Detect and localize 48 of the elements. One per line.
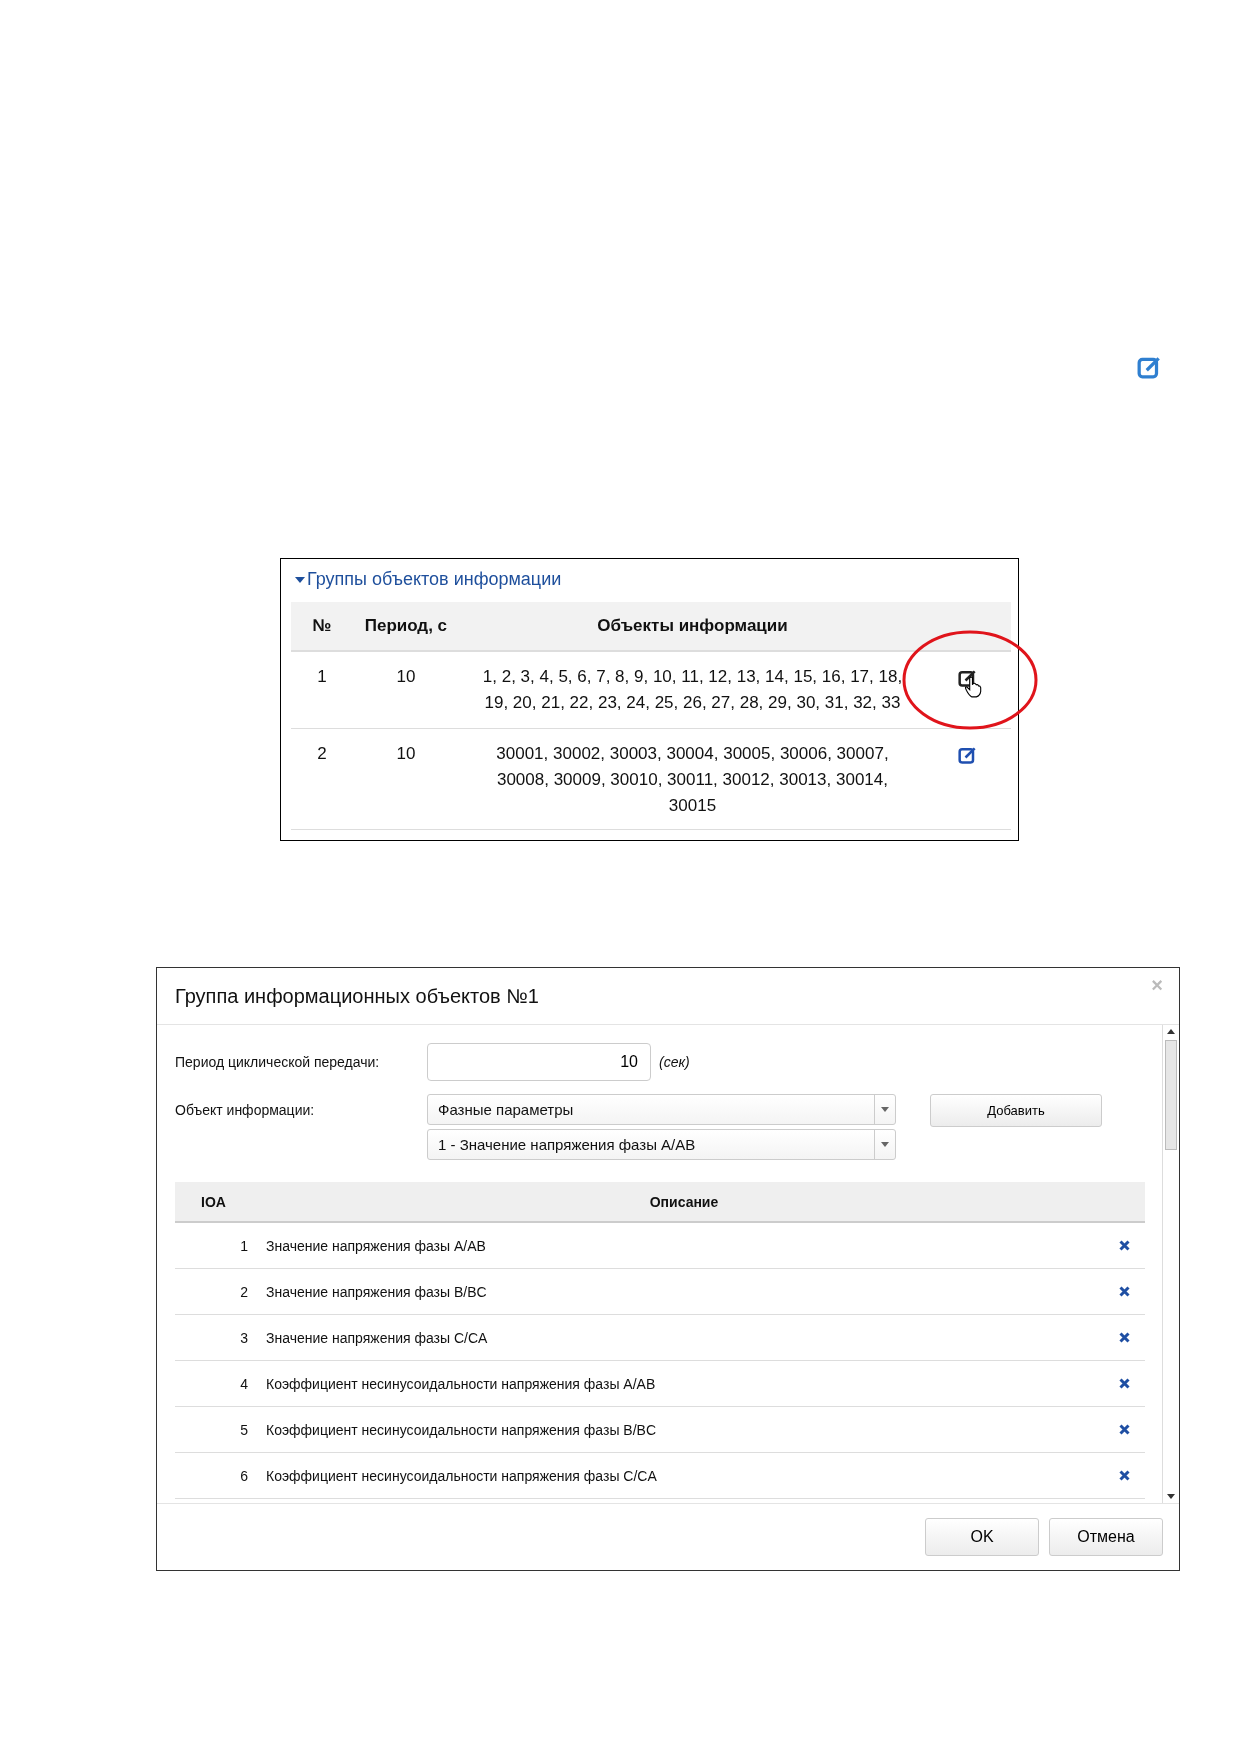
table-cell: Значение напряжения фазы B/BC [258,1268,1103,1315]
column-header: Объекты информации [458,602,926,651]
object-dropdown[interactable]: 1 - Значение напряжения фазы A/AB [427,1129,896,1160]
field-label: Период циклической передачи: [175,1054,381,1070]
scroll-down-icon[interactable] [1167,1494,1175,1499]
delete-icon[interactable] [1118,1331,1130,1343]
dialog-button[interactable]: OK [925,1518,1039,1556]
delete-icon[interactable] [1118,1377,1130,1389]
field-label: Объект информации: [175,1101,316,1118]
column-header: Описание [258,1182,1103,1222]
column-header: Период, с [352,602,459,651]
column-header: IOA [175,1182,258,1222]
table-cell: Коэффициент несинусоидальности напряжения фазы B/BC [258,1406,1103,1453]
table-cell: 6 [175,1452,258,1499]
column-header: № [291,602,353,651]
table-cell: Значение напряжения фазы A/AB [258,1222,1103,1269]
table-cell: 2 [291,728,353,830]
dialog-title: Группа информационных объектов №1 [175,984,539,1008]
table-cell: 30001, 30002, 30003, 30004, 30005, 30006, 30007, 30008, 30009, 30010, 30011, 30012, 30013, 30014, 30015 [458,728,926,830]
table-cell: 10 [352,651,459,729]
table-cell: 2 [175,1268,258,1315]
scrollbar-thumb[interactable] [1165,1040,1177,1150]
table-cell: 4 [175,1360,258,1407]
category-dropdown[interactable]: Фазные параметры [427,1094,896,1125]
scroll-up-icon[interactable] [1167,1029,1175,1034]
table-cell: 1 [291,651,353,729]
delete-icon[interactable] [1118,1469,1130,1481]
table-cell: 3 [175,1314,258,1361]
scrollbar[interactable] [1162,1025,1179,1503]
add-button[interactable]: Добавить [930,1094,1102,1127]
table-cell: 1 [175,1222,258,1269]
section-link[interactable]: Группы объектов информации [307,569,562,590]
delete-icon[interactable] [1118,1239,1130,1251]
delete-icon[interactable] [1118,1423,1130,1435]
table-cell: Коэффициент несинусоидальности напряжения фазы A/AB [258,1360,1103,1407]
dropdown-arrow-icon [881,1107,889,1112]
table-cell: 10 [352,728,459,830]
hand-cursor-icon [964,676,983,698]
delete-icon[interactable] [1118,1285,1130,1297]
unit-label: (сек) [659,1054,690,1070]
table-cell: Значение напряжения фазы C/CA [258,1314,1103,1361]
period-input-field[interactable]: 10 [427,1043,651,1081]
table-cell: Коэффициент несинусоидальности напряжения фазы C/CA [258,1452,1103,1499]
table-cell: 1, 2, 3, 4, 5, 6, 7, 8, 9, 10, 11, 12, 13, 14, 15, 16, 17, 18, 19, 20, 21, 22, 23, 24, 25, 26, 27, 28, 29, 30, 31, 32, 33 [458,651,926,729]
table-cell: 5 [175,1406,258,1453]
dialog-button[interactable]: Отмена [1049,1518,1163,1556]
dropdown-arrow-icon [881,1142,889,1147]
caret-icon[interactable] [295,575,305,584]
